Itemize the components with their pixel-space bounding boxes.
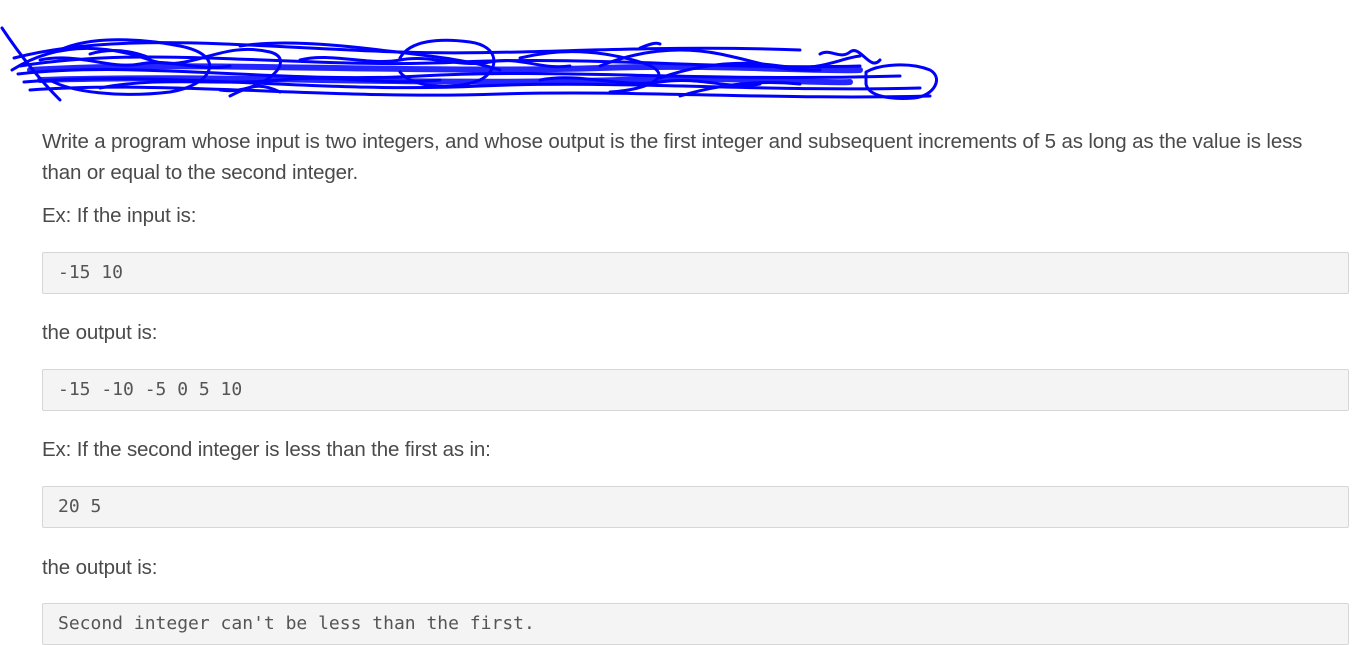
- redaction-scribble: [0, 26, 938, 102]
- example2-output-label: the output is:: [42, 556, 158, 579]
- example1-label: Ex: If the input is:: [42, 204, 197, 227]
- example2-output-box: Second integer can't be less than the fi…: [42, 603, 1349, 645]
- example1-output-label: the output is:: [42, 321, 158, 344]
- example1-input-box: -15 10: [42, 252, 1349, 294]
- problem-intro: Write a program whose input is two integ…: [42, 130, 1303, 184]
- example2-label: Ex: If the second integer is less than t…: [42, 438, 491, 461]
- example2-input-box: 20 5: [42, 486, 1349, 528]
- example1-input: -15 10: [58, 262, 124, 283]
- example1-output: -15 -10 -5 0 5 10: [58, 379, 243, 400]
- example2-output: Second integer can't be less than the fi…: [58, 613, 535, 634]
- example2-input: 20 5: [58, 496, 102, 517]
- example1-output-box: -15 -10 -5 0 5 10: [42, 369, 1349, 411]
